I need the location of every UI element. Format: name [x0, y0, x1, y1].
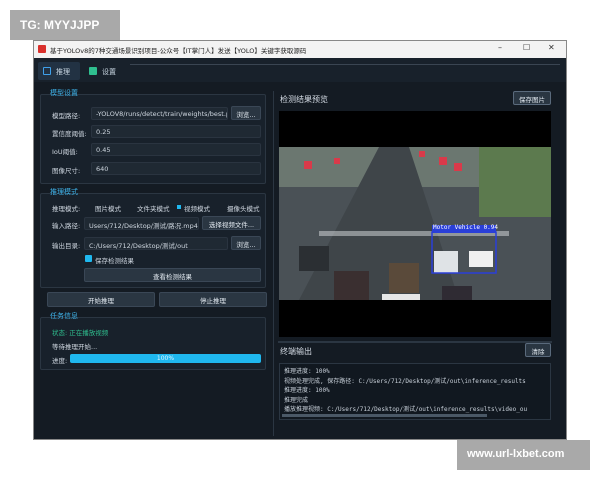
progress-label: 进度: — [52, 357, 68, 365]
iou-label: IoU阈值: — [52, 148, 78, 156]
horizontal-scrollbar[interactable] — [282, 414, 487, 417]
output-dir-input[interactable]: C:/Users/712/Desktop/测试/out — [84, 237, 228, 250]
terminal-line: 推理完成 — [284, 396, 309, 404]
progress-bar: 100% — [70, 354, 261, 363]
progress-text: 100% — [156, 355, 175, 362]
checkbox-icon — [43, 67, 51, 75]
imgsz-label: 图像尺寸: — [52, 167, 81, 175]
radio-selected-icon — [177, 205, 181, 209]
task-info-title: 任务信息 — [50, 312, 78, 320]
title-bar: 基于YOLOv8的7种交通场景识别项目-公众号【IT掌门人】发送【YOLO】关键… — [34, 41, 566, 58]
save-results-checkbox[interactable] — [85, 255, 92, 262]
window-title: 基于YOLOv8的7种交通场景识别项目-公众号【IT掌门人】发送【YOLO】关键… — [50, 47, 307, 55]
output-dir-label: 输出目录: — [52, 242, 81, 250]
conf-input[interactable]: 0.25 — [91, 125, 261, 138]
terminal-output: 推理进度: 100% 视频处理完成, 保存路径: C:/Users/712/De… — [279, 363, 551, 420]
close-button[interactable]: ✕ — [548, 43, 555, 52]
terminal-title: 终端输出 — [280, 347, 312, 356]
tab-settings[interactable]: 设置 — [84, 62, 126, 80]
save-results-label: 保存检测结果 — [95, 257, 134, 265]
stop-inference-button[interactable]: 停止推理 — [159, 292, 267, 307]
radio-camera-mode[interactable]: 摄像头模式 — [227, 203, 260, 213]
shield-check-icon — [89, 67, 97, 75]
splitter[interactable] — [273, 91, 274, 436]
minimize-button[interactable]: – — [498, 43, 502, 52]
watermark-top-left: TG: MYYJJPP — [10, 10, 120, 40]
status-text: 状态: 正在播放视频 — [52, 329, 109, 337]
browse-model-button[interactable]: 浏览... — [231, 106, 261, 120]
radio-image-mode[interactable]: 图片模式 — [95, 203, 121, 213]
tab-label: 推理 — [56, 68, 70, 76]
iou-input[interactable]: 0.45 — [91, 143, 261, 156]
app-window: 基于YOLOv8的7种交通场景识别项目-公众号【IT掌门人】发送【YOLO】关键… — [33, 40, 567, 440]
terminal-line: 视频处理完成, 保存路径: C:/Users/712/Desktop/测试/ou… — [284, 377, 526, 385]
tab-bar: 推理 设置 — [34, 58, 566, 82]
select-video-button[interactable]: 选择视频文件... — [202, 216, 261, 230]
imgsz-input[interactable]: 640 — [91, 162, 261, 175]
preview-title: 检测结果预览 — [280, 95, 328, 104]
video-preview: Motor Vehicle 0.94 — [279, 111, 551, 337]
traffic-scene-image — [279, 147, 551, 300]
browse-output-button[interactable]: 浏览... — [231, 236, 261, 250]
model-path-input[interactable]: -YOLOV8/runs/detect/train/weights/best.p… — [91, 107, 228, 120]
tab-label: 设置 — [102, 68, 116, 76]
app-icon — [38, 45, 46, 53]
maximize-button[interactable]: ☐ — [523, 43, 530, 52]
detection-label: Motor Vehicle 0.94 — [433, 224, 499, 231]
section-divider — [278, 341, 552, 343]
radio-video-mode[interactable]: 视频模式 — [184, 203, 210, 213]
radio-folder-mode[interactable]: 文件夹模式 — [137, 203, 170, 213]
view-results-button[interactable]: 查看检测结果 — [84, 268, 261, 282]
terminal-line: 推理进度: 100% — [284, 368, 330, 375]
conf-label: 置信度阈值: — [52, 130, 87, 138]
mode-label: 推理模式: — [52, 205, 81, 213]
start-inference-button[interactable]: 开始推理 — [47, 292, 155, 307]
clear-button[interactable]: 清除 — [525, 343, 551, 357]
save-image-button[interactable]: 保存图片 — [513, 91, 551, 105]
inference-mode-title: 推理模式 — [50, 188, 78, 196]
model-path-label: 模型路径: — [52, 112, 81, 120]
progress-fill: 100% — [70, 354, 261, 363]
input-path-input[interactable]: Users/712/Desktop/测试/路况.mp4 — [84, 217, 199, 230]
tab-inference[interactable]: 推理 — [38, 62, 80, 80]
status-message: 等待推理开始... — [52, 343, 98, 351]
tab-divider — [130, 64, 560, 65]
terminal-line: 推理进度: 100% — [284, 387, 330, 394]
watermark-bottom-right: www.url-lxbet.com — [457, 440, 590, 470]
input-path-label: 输入路径: — [52, 222, 81, 230]
model-settings-title: 模型设置 — [50, 89, 78, 97]
